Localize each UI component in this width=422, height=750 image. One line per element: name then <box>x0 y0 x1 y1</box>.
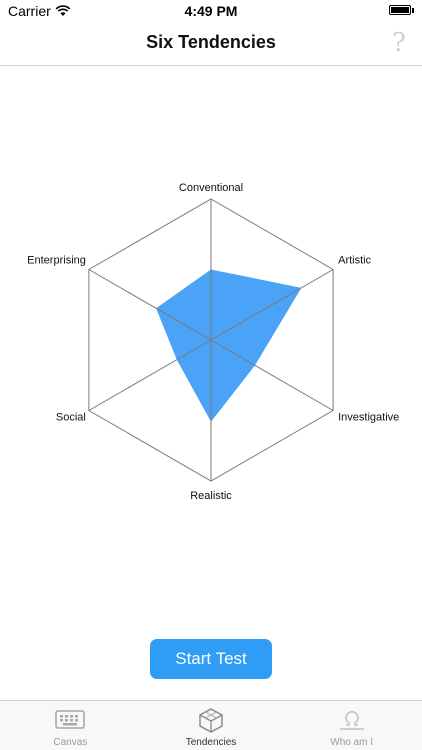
tab-label: Tendencies <box>185 737 237 748</box>
start-test-button[interactable]: Start Test <box>150 639 272 679</box>
radar-label-investigative: Investigative <box>338 412 399 424</box>
tab-bar: Canvas Tendencies Who am I <box>0 700 422 750</box>
tab-canvas[interactable]: Canvas <box>0 701 141 750</box>
question-mark-icon[interactable]: ? <box>386 28 412 58</box>
page-title: Six Tendencies <box>146 32 276 52</box>
battery-icon <box>389 5 411 15</box>
status-bar: Carrier 4:49 PM <box>0 0 422 22</box>
radar-label-artistic: Artistic <box>338 255 372 267</box>
battery-fill <box>391 7 409 13</box>
tab-label: Who am I <box>330 737 374 748</box>
radar-chart: Conventional Artistic Investigative Realist… <box>27 182 399 502</box>
cube-icon <box>199 708 223 733</box>
tab-who-am-i[interactable]: Who am I <box>281 701 422 750</box>
radar-label-conventional: Conventional <box>179 182 243 194</box>
radar-data-area <box>156 269 302 422</box>
nav-bar: Six Tendencies ? <box>0 22 422 66</box>
omega-icon <box>339 711 364 730</box>
status-right <box>389 5 414 15</box>
radar-label-social: Social <box>56 412 86 424</box>
tab-label: Canvas <box>53 737 88 748</box>
status-time: 4:49 PM <box>184 3 238 19</box>
radar-label-realistic: Realistic <box>190 490 232 502</box>
screen: Carrier 4:49 PM Six Tendencies ? Convent… <box>0 0 422 750</box>
battery-tip <box>412 7 414 13</box>
keyboard-icon <box>55 710 86 729</box>
tab-tendencies[interactable]: Tendencies <box>141 701 282 750</box>
radar-label-enterprising: Enterprising <box>27 255 86 267</box>
